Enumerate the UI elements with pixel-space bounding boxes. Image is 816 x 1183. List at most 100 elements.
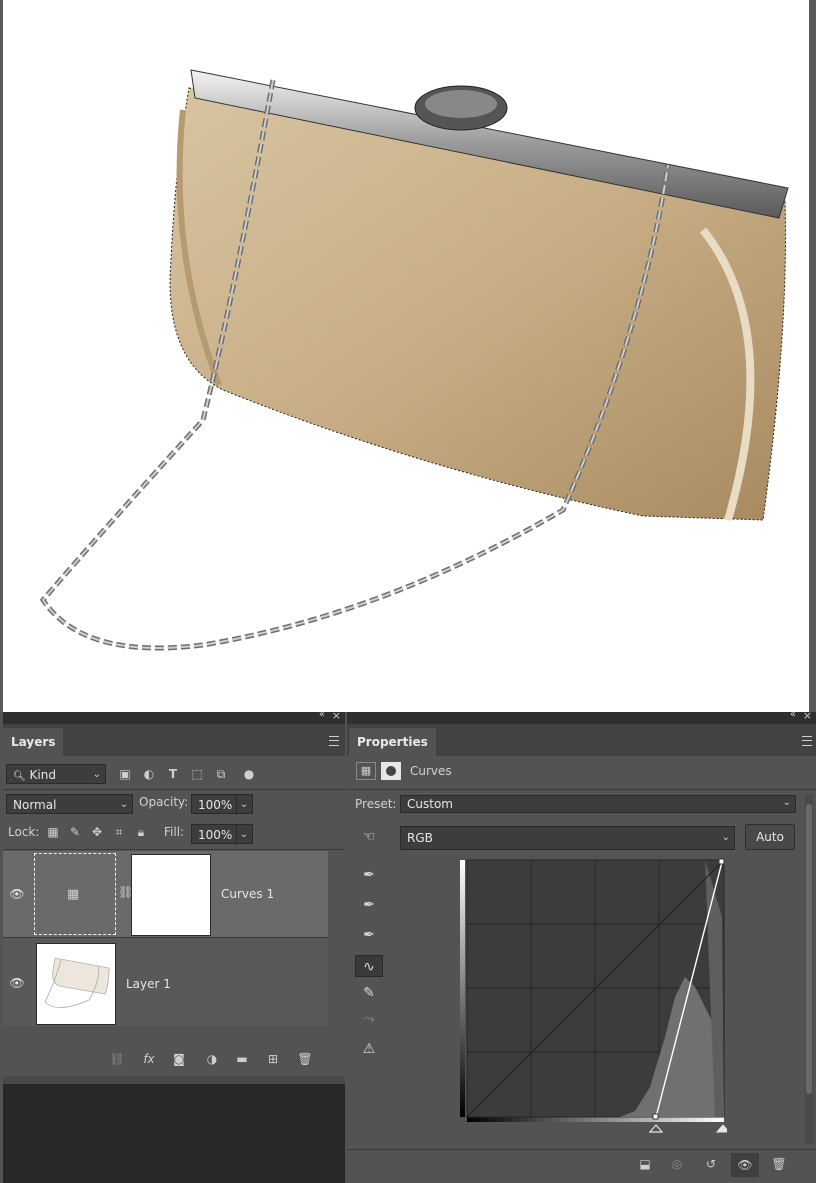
clip-to-layer-icon[interactable]: ⬓ (637, 1156, 653, 1172)
on-image-adjust-icon[interactable]: ☜ (357, 826, 381, 848)
search-icon: 🔍︎ (13, 771, 26, 782)
preset-value: Custom (407, 797, 453, 811)
opacity-value: 100% (198, 798, 233, 812)
visibility-eye-icon[interactable]: 👁︎ (9, 976, 25, 990)
scrollbar-thumb[interactable] (806, 804, 812, 1094)
pencil-icon[interactable]: ✎ (357, 982, 381, 1004)
properties-scrollbar[interactable] (805, 794, 813, 1144)
preset-label: Preset: (355, 797, 397, 811)
curves-graph[interactable] (460, 857, 731, 1135)
visibility-eye-icon[interactable]: 👁︎ (9, 887, 25, 901)
smart-object-filter-icon[interactable]: ⧉ (213, 766, 229, 782)
layer-thumbnail[interactable] (36, 943, 116, 1025)
properties-panel: « × Properties ▦ Curves Preset: Custom ⌄… (347, 709, 816, 1183)
curves-adjustment-icon[interactable]: ▦ (356, 762, 376, 780)
white-input-slider[interactable] (715, 1124, 731, 1133)
adjustment-thumbnail[interactable]: ▦ (34, 853, 116, 935)
blend-mode-select[interactable]: Normal ⌄ (6, 794, 133, 814)
fill-field[interactable]: 100% ⌄ (191, 824, 253, 845)
handbag-photo (39, 69, 789, 651)
opacity-label: Opacity: (139, 795, 189, 809)
filter-kind-select[interactable]: 🔍︎ Kind ⌄ (6, 764, 106, 784)
curve-point-icon[interactable]: ∿ (355, 955, 383, 977)
new-adjustment-icon[interactable]: ◑ (204, 1051, 220, 1067)
panel-header-strip: « × (347, 709, 816, 724)
lock-artboard-crop-icon[interactable]: ⌗ (111, 824, 127, 840)
mask-icon[interactable] (381, 762, 401, 780)
layer-name[interactable]: Curves 1 (221, 886, 274, 902)
lock-label: Lock: (8, 825, 40, 839)
blend-mode-value: Normal (13, 798, 57, 812)
lock-all-icon[interactable]: 🔒︎ (133, 824, 149, 840)
chevron-down-icon[interactable]: ⌄ (235, 795, 248, 815)
new-group-icon[interactable]: ▬ (234, 1051, 250, 1067)
collapse-icon[interactable]: « (790, 709, 796, 720)
channel-value: RGB (407, 831, 433, 845)
curve-point-black[interactable] (652, 1113, 659, 1120)
add-mask-icon[interactable]: ◙ (171, 1051, 187, 1067)
view-previous-icon[interactable]: ◎ (669, 1156, 685, 1172)
chevron-down-icon: ⌄ (119, 799, 128, 810)
close-icon[interactable]: × (332, 709, 341, 722)
visibility-icon: 👁︎ (737, 1158, 753, 1172)
curve-point-white[interactable] (718, 858, 725, 865)
document-canvas[interactable] (0, 0, 816, 712)
fx-icon[interactable]: fx (141, 1051, 157, 1067)
empty-dock-area (3, 1084, 345, 1183)
layer-mask-thumbnail[interactable] (131, 854, 211, 936)
preset-select[interactable]: Custom ⌄ (400, 795, 796, 813)
gray-point-eyedropper-icon[interactable]: ✒ (357, 894, 381, 916)
divider (3, 849, 345, 850)
smooth-icon[interactable]: ⤳ (357, 1008, 381, 1030)
tab-properties[interactable]: Properties (349, 728, 436, 756)
new-layer-icon[interactable]: ⊞ (265, 1051, 281, 1067)
pixel-filter-icon[interactable]: ▣ (117, 766, 133, 782)
chevron-down-icon: ⌄ (92, 769, 101, 780)
opacity-field[interactable]: 100% ⌄ (191, 794, 253, 815)
filter-toggle-icon[interactable]: ● (241, 766, 257, 782)
mask-circle (386, 766, 396, 776)
auto-button[interactable]: Auto (745, 824, 795, 850)
collapse-icon[interactable]: « (319, 709, 325, 720)
filter-kind-value: Kind (29, 768, 56, 782)
chevron-down-icon[interactable]: ⌄ (235, 825, 248, 845)
properties-tab-bar: Properties (347, 724, 816, 756)
clipping-warning-icon[interactable]: ⚠ (357, 1038, 381, 1060)
link-layers-icon[interactable]: ⛓ (109, 1051, 125, 1067)
layer-name[interactable]: Layer 1 (126, 976, 171, 992)
fill-value: 100% (198, 828, 233, 842)
divider (3, 789, 345, 790)
filter-icons: ▣ ◐ T ⬚ ⧉ ● (117, 766, 267, 782)
panel-header-strip: « × (3, 709, 345, 724)
black-input-slider[interactable] (648, 1124, 664, 1133)
lock-transparent-icon[interactable]: ▦ (45, 824, 61, 840)
adjustment-name: Curves (410, 764, 452, 778)
divider (347, 1149, 816, 1150)
visibility-button[interactable]: 👁︎ (731, 1153, 759, 1177)
white-point-eyedropper-icon[interactable]: ✒ (357, 924, 381, 946)
lock-icons: ▦ ✎ ✥ ⌗ 🔒︎ (45, 824, 155, 840)
black-point-eyedropper-icon[interactable]: ✒ (357, 864, 381, 886)
tab-layers[interactable]: Layers (3, 728, 64, 756)
layer-row-curves[interactable]: 👁︎ ▦ ⛓ Curves 1 (3, 851, 328, 937)
panel-menu-icon[interactable] (329, 736, 339, 746)
layers-tab-bar: Layers (3, 724, 345, 756)
properties-footer: ⬓ ◎ ↺ 👁︎ 🗑︎ (347, 1152, 816, 1180)
shape-filter-icon[interactable]: ⬚ (189, 766, 205, 782)
document-image[interactable] (3, 0, 809, 712)
channel-select[interactable]: RGB ⌄ (400, 826, 735, 850)
delete-adjustment-icon[interactable]: 🗑︎ (771, 1156, 787, 1172)
close-icon[interactable]: × (803, 709, 812, 722)
layers-panel: « × Layers 🔍︎ Kind ⌄ ▣ ◐ T ⬚ ⧉ ● Normal … (3, 709, 345, 1084)
chevron-down-icon: ⌄ (721, 832, 730, 843)
delete-layer-icon[interactable]: 🗑︎ (297, 1051, 313, 1067)
reset-icon[interactable]: ↺ (703, 1156, 719, 1172)
type-filter-icon[interactable]: T (165, 766, 181, 782)
adjustment-filter-icon[interactable]: ◐ (141, 766, 157, 782)
panel-resize-grip[interactable] (3, 1076, 345, 1084)
panel-menu-icon[interactable] (802, 736, 812, 746)
lock-position-move-icon[interactable]: ✥ (89, 824, 105, 840)
lock-image-brush-icon[interactable]: ✎ (67, 824, 83, 840)
layer-row-layer1[interactable]: 👁︎ Layer 1 (3, 938, 328, 1026)
fill-label: Fill: (164, 825, 185, 839)
